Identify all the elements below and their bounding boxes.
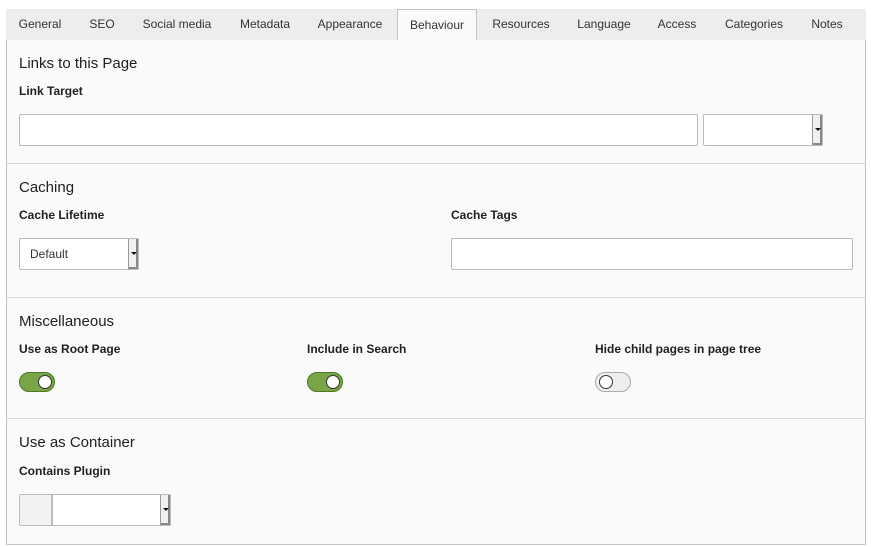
tab-notes[interactable]: Notes [798, 9, 856, 40]
tab-metadata[interactable]: Metadata [226, 9, 304, 40]
tab-bar: General SEO Social media Metadata Appear… [6, 9, 866, 41]
contains-plugin-group [19, 494, 171, 526]
cache-lifetime-label: Cache Lifetime [19, 208, 105, 222]
contains-plugin-label: Contains Plugin [19, 464, 111, 478]
include-search-toggle[interactable] [307, 372, 343, 392]
tab-general[interactable]: General [6, 9, 74, 40]
toggle-knob [326, 375, 340, 389]
root-page-toggle[interactable] [19, 372, 55, 392]
cache-tags-input[interactable] [451, 238, 853, 270]
section-title-caching: Caching [19, 179, 75, 196]
select-arrow[interactable] [160, 495, 170, 525]
tab-language[interactable]: Language [566, 9, 642, 40]
contains-plugin-select[interactable] [52, 494, 171, 526]
section-title-misc: Miscellaneous [19, 313, 115, 330]
container-section: Use as Container Contains Plugin [7, 419, 865, 545]
cache-tags-label: Cache Tags [451, 208, 518, 222]
toggle-knob [599, 375, 613, 389]
misc-section: Miscellaneous Use as Root Page Include i… [7, 298, 865, 419]
links-section: Links to this Page Link Target [7, 40, 865, 164]
include-search-label: Include in Search [307, 342, 407, 356]
chevron-down-icon [131, 252, 137, 255]
root-page-label: Use as Root Page [19, 342, 121, 356]
link-target-label: Link Target [19, 84, 83, 98]
tab-resources[interactable]: Resources [479, 9, 563, 40]
select-arrow[interactable] [128, 239, 138, 269]
toggle-knob [38, 375, 52, 389]
hide-child-pages-toggle[interactable] [595, 372, 631, 392]
plugin-icon-addon [20, 495, 52, 525]
tab-behaviour[interactable]: Behaviour [397, 9, 477, 41]
cache-lifetime-select[interactable]: Default [19, 238, 139, 270]
tab-appearance[interactable]: Appearance [306, 9, 394, 40]
caching-section: Caching Cache Lifetime Default Cache Tag… [7, 164, 865, 298]
cache-lifetime-value: Default [30, 247, 69, 261]
hide-child-pages-label: Hide child pages in page tree [595, 342, 762, 356]
tab-access[interactable]: Access [644, 9, 710, 40]
tab-categories[interactable]: Categories [712, 9, 796, 40]
section-title-links: Links to this Page [19, 55, 138, 72]
behaviour-panel: Links to this Page Link Target Caching C… [6, 40, 866, 545]
chevron-down-icon [163, 508, 169, 511]
link-target-input[interactable] [19, 114, 698, 146]
link-target-select[interactable] [703, 114, 823, 146]
select-arrow[interactable] [812, 115, 822, 145]
tab-seo[interactable]: SEO [76, 9, 128, 40]
section-title-container: Use as Container [19, 434, 135, 451]
tab-social-media[interactable]: Social media [130, 9, 224, 40]
chevron-down-icon [815, 128, 821, 131]
